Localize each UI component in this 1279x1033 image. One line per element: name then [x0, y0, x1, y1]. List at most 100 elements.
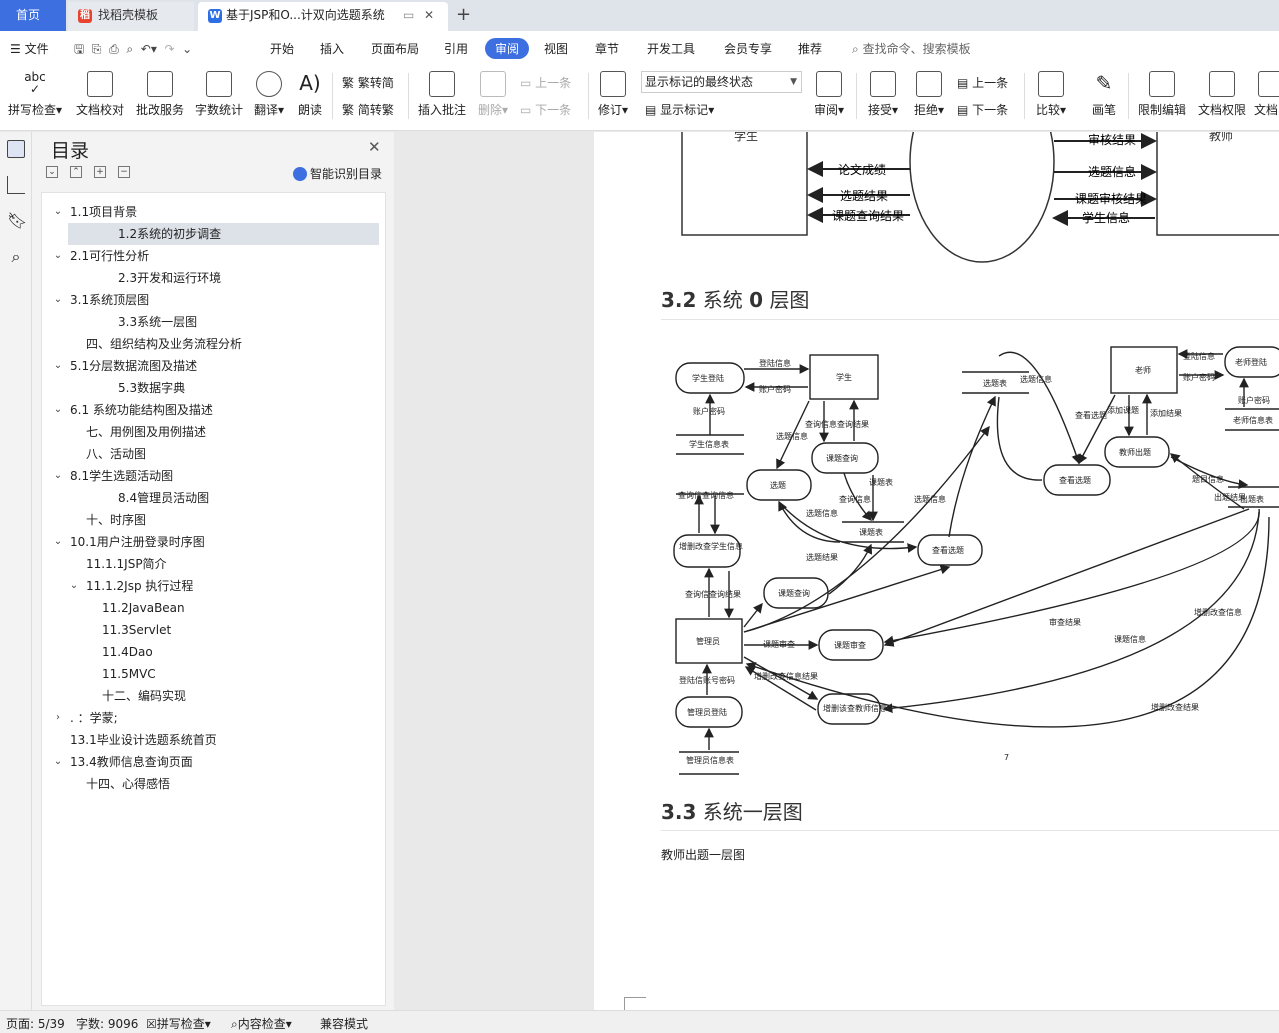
toc-item[interactable]: 3.3系统一层图 [118, 311, 197, 333]
toc-item[interactable]: 10.1用户注册登录时序图 [70, 531, 205, 553]
next-change-button[interactable]: ▤ 下一条 [957, 101, 1008, 118]
toc-item[interactable]: 5.1分层数据流图及描述 [70, 355, 197, 377]
toc-item[interactable]: 13.1毕业设计选题系统首页 [70, 729, 217, 751]
toc-item[interactable]: 1.2系统的初步调查 [68, 223, 379, 245]
toc-item[interactable]: 2.3开发和运行环境 [118, 267, 221, 289]
toc-item[interactable]: 6.1 系统功能结构图及描述 [70, 399, 213, 421]
toc-item[interactable]: 3.1系统顶层图 [70, 289, 149, 311]
document-page[interactable]: 学生 教师 论文成绩 选题结果 课题查询结果 审核结果 选题信息 课题审核结果 … [594, 132, 1279, 1010]
prev-change-button[interactable]: ▤ 上一条 [957, 74, 1008, 91]
toc-item[interactable]: 1.1项目背景 [70, 201, 137, 223]
close-icon[interactable]: ✕ [368, 138, 381, 156]
tab-document[interactable]: W 基于JSP和O...计双向选题系统 ▭ ✕ [198, 2, 448, 31]
toc-panel-icon[interactable] [7, 140, 25, 158]
menu-item-2[interactable]: 页面布局 [371, 40, 419, 57]
toc-item[interactable]: 2.1可行性分析 [70, 245, 149, 267]
correction-service-button[interactable]: 批改服务 [132, 65, 188, 127]
toc-item[interactable]: 11.3Servlet [102, 619, 171, 641]
prev-comment-button[interactable]: ▭ 上一条 [520, 74, 571, 91]
redo-icon[interactable]: ↷ [164, 42, 174, 56]
pen-button[interactable]: ✎ 画笔 [1086, 65, 1122, 127]
menu-item-5[interactable]: 视图 [544, 40, 568, 57]
accept-button[interactable]: 接受▾ [864, 65, 902, 127]
markup-state-dropdown[interactable]: 显示标记的最终状态 ▼ [641, 71, 802, 93]
menu-item-8[interactable]: 会员专享 [724, 40, 772, 57]
simp-to-trad-button[interactable]: 繁 简转繁 [342, 101, 394, 118]
demote-icon[interactable]: − [118, 166, 130, 178]
status-spell-check[interactable]: ☒拼写检查▾ [146, 1015, 211, 1032]
chevron-down-icon[interactable]: ⌄ [52, 360, 64, 371]
undo-icon[interactable]: ↶ [141, 42, 151, 56]
toc-item[interactable]: 11.5MVC [102, 663, 156, 685]
menu-item-1[interactable]: 插入 [320, 40, 344, 57]
menu-item-7[interactable]: 开发工具 [647, 40, 695, 57]
doc-proofread-button[interactable]: 文档校对 [72, 65, 128, 127]
toc-item[interactable]: 十、时序图 [86, 509, 146, 531]
toc-item[interactable]: 11.4Dao [102, 641, 153, 663]
insert-comment-button[interactable]: 插入批注 [414, 65, 470, 127]
tab-home[interactable]: 首页 [0, 0, 66, 31]
show-markup-button[interactable]: ▤ 显示标记▾ [645, 101, 714, 118]
toc-item[interactable]: 七、用例图及用例描述 [86, 421, 206, 443]
toc-item[interactable]: 8.1学生选题活动图 [70, 465, 173, 487]
track-changes-button[interactable]: 修订▾ [594, 65, 632, 127]
collapse-all-icon[interactable]: ⌃ [70, 166, 82, 178]
menu-item-4[interactable]: 审阅 [485, 38, 530, 59]
find-icon[interactable]: ⌕ [7, 248, 25, 266]
read-aloud-button[interactable]: A) 朗读 [294, 65, 326, 127]
toc-item[interactable]: . ：学蒙; [70, 707, 118, 729]
outline-icon[interactable] [7, 176, 25, 194]
export-pdf-icon[interactable]: ⎘ [92, 42, 102, 56]
promote-icon[interactable]: + [94, 166, 106, 178]
delete-comment-button[interactable]: 删除▾ [474, 65, 512, 127]
page-indicator[interactable]: 页面: 5/39 [6, 1015, 65, 1032]
toc-item[interactable]: 11.2JavaBean [102, 597, 185, 619]
expand-all-icon[interactable]: ⌄ [46, 166, 58, 178]
review-pane-button[interactable]: 审阅▾ [810, 65, 848, 127]
tab-daoke[interactable]: 稻 找稻壳模板 [68, 2, 194, 31]
print-icon[interactable]: ⎙ [109, 42, 119, 56]
chevron-down-icon[interactable]: ⌄ [52, 470, 64, 481]
menu-item-3[interactable]: 引用 [444, 40, 468, 57]
new-tab-button[interactable]: + [456, 4, 471, 25]
more-quick-icon[interactable]: ⌄ [182, 42, 192, 56]
close-tab-icon[interactable]: ✕ [424, 2, 434, 29]
next-comment-button[interactable]: ▭ 下一条 [520, 101, 571, 118]
toc-item[interactable]: 八、活动图 [86, 443, 146, 465]
pin-tab-icon[interactable]: ▭ [403, 2, 414, 29]
spell-check-button[interactable]: abc ✓ 拼写检查▾ [4, 65, 66, 127]
menu-item-0[interactable]: 开始 [270, 40, 294, 57]
toc-item[interactable]: 5.3数据字典 [118, 377, 185, 399]
compare-button[interactable]: 比较▾ [1032, 65, 1070, 127]
toc-item[interactable]: 四、组织结构及业务流程分析 [86, 333, 242, 355]
smart-toc-button[interactable]: 智能识别目录 [293, 165, 382, 182]
translate-button[interactable]: 翻译▾ [250, 65, 288, 127]
bookmark-icon[interactable]: 🔖︎ [7, 212, 27, 230]
chevron-down-icon[interactable]: ⌄ [52, 294, 64, 305]
reject-button[interactable]: 拒绝▾ [910, 65, 948, 127]
toc-item[interactable]: 8.4管理员活动图 [118, 487, 209, 509]
restrict-editing-button[interactable]: 限制编辑 [1134, 65, 1190, 127]
chevron-down-icon[interactable]: ⌄ [52, 404, 64, 415]
chevron-down-icon[interactable]: ⌄ [52, 250, 64, 261]
word-count-indicator[interactable]: 字数: 9096 [76, 1015, 138, 1032]
status-content-check[interactable]: ⌕内容检查▾ [231, 1015, 292, 1032]
toc-item[interactable]: 11.1.1JSP简介 [86, 553, 167, 575]
file-menu[interactable]: ☰ 文件 [10, 40, 49, 57]
toc-item[interactable]: 13.4教师信息查询页面 [70, 751, 193, 773]
toc-item[interactable]: 十四、心得感悟 [86, 773, 170, 795]
chevron-right-icon[interactable]: › [52, 712, 64, 723]
doc-permission-button[interactable]: 文档权限 [1194, 65, 1250, 127]
toc-item[interactable]: 11.1.2Jsp 执行过程 [86, 575, 193, 597]
print-preview-icon[interactable]: ⌕ [126, 42, 133, 56]
chevron-down-icon[interactable]: ⌄ [52, 756, 64, 767]
chevron-down-icon[interactable]: ⌄ [52, 206, 64, 217]
menu-item-6[interactable]: 章节 [595, 40, 619, 57]
save-icon[interactable]: 🖫 [74, 42, 84, 56]
trad-to-simp-button[interactable]: 繁 繁转简 [342, 74, 394, 91]
command-search[interactable]: ⌕ 查找命令、搜索模板 [852, 40, 971, 57]
word-count-button[interactable]: 字数统计 [191, 65, 247, 127]
toc-item[interactable]: 十二、编码实现 [102, 685, 186, 707]
chevron-down-icon[interactable]: ⌄ [52, 536, 64, 547]
menu-item-9[interactable]: 推荐 [798, 40, 822, 57]
